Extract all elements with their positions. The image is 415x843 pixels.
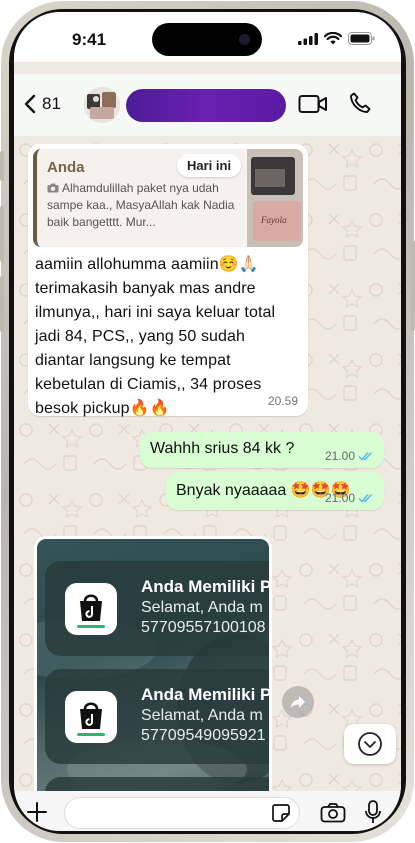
quoted-reply[interactable]: Anda Hari ini Alhamdulillah paket nya ud… xyxy=(33,149,303,247)
chat-header: 81 xyxy=(14,74,401,136)
unread-count: 81 xyxy=(42,94,61,113)
incoming-message[interactable]: Anda Hari ini Alhamdulillah paket nya ud… xyxy=(28,144,308,417)
power-button xyxy=(411,241,415,331)
cellular-signal-icon xyxy=(298,32,318,45)
chevron-left-icon xyxy=(24,94,36,114)
date-badge: Hari ini xyxy=(177,154,242,177)
notification-line: Selamat, Anda m xyxy=(141,599,263,616)
screen: 9:41 81 Anda Hari ini Alhamdulillah pake… xyxy=(14,12,401,831)
contact-avatar[interactable] xyxy=(84,87,120,123)
notification-number: 57709557100108 xyxy=(141,619,266,636)
camera-icon[interactable] xyxy=(320,803,346,823)
read-ticks-icon xyxy=(358,451,373,461)
video-call-icon[interactable] xyxy=(298,93,328,115)
scroll-to-bottom-button[interactable] xyxy=(344,724,396,764)
forward-button[interactable] xyxy=(282,686,314,718)
quote-author: Anda xyxy=(47,159,85,176)
contact-name-redacted[interactable] xyxy=(126,89,286,122)
message-meta: 21.00 xyxy=(325,449,374,463)
volume-down-button xyxy=(0,276,4,332)
volume-up-button xyxy=(0,206,4,262)
plus-icon[interactable] xyxy=(26,801,48,823)
wifi-icon xyxy=(324,32,342,45)
camera-icon xyxy=(47,183,59,193)
message-meta: 21.00 xyxy=(325,491,374,505)
chevron-down-circle-icon xyxy=(358,732,382,756)
sticker-icon[interactable] xyxy=(271,803,291,823)
status-bar: 9:41 xyxy=(14,12,401,62)
quote-text: Alhamdulillah paket nya udah sampe kaa.,… xyxy=(47,180,242,231)
dynamic-island xyxy=(152,23,262,56)
notification-card: Anda Memiliki P Selamat, Anda m 57709557… xyxy=(45,561,269,656)
read-ticks-icon xyxy=(358,493,373,503)
message-input[interactable] xyxy=(64,797,300,829)
back-button[interactable]: 81 xyxy=(24,94,61,114)
message-time: 21.00 xyxy=(324,449,355,463)
composer-bar xyxy=(14,791,401,831)
notification-number: 57709549095921 xyxy=(141,727,266,744)
notification-card: Anda Memiliki P Selamat, Anda m 57709549… xyxy=(45,669,269,764)
voice-call-icon[interactable] xyxy=(348,91,372,115)
quote-snippet: Alhamdulillah paket nya udah sampe kaa.,… xyxy=(47,181,235,229)
notification-line: Selamat, Anda m xyxy=(141,707,263,724)
message-text: Wahhh srius 84 kk ? xyxy=(150,440,295,457)
message-time: 21.00 xyxy=(324,491,355,505)
image-message[interactable]: Anda Memiliki P Selamat, Anda m 57709557… xyxy=(34,536,272,791)
message-time: 20.59 xyxy=(267,394,298,408)
tiktok-shop-app-icon xyxy=(65,583,117,635)
mute-switch xyxy=(0,151,4,181)
status-time: 9:41 xyxy=(72,30,107,49)
outgoing-message[interactable]: Bnyak nyaaaaa 🤩🤩🤩 21.00 xyxy=(166,472,384,510)
notification-card xyxy=(45,777,269,791)
tiktok-shop-app-icon xyxy=(65,691,117,743)
microphone-icon[interactable] xyxy=(364,800,382,826)
thumb-brand-text: Fayola xyxy=(260,215,287,225)
battery-icon xyxy=(348,32,375,45)
screenshot-image: Anda Memiliki P Selamat, Anda m 57709557… xyxy=(37,539,269,791)
forward-arrow-icon xyxy=(291,696,305,708)
outgoing-message[interactable]: Wahhh srius 84 kk ? 21.00 xyxy=(140,432,384,468)
quote-thumbnail: Fayola xyxy=(247,149,303,247)
message-text: aamiin allohumma aamiin☺️🙏🏻 terimakasih … xyxy=(35,256,276,417)
notification-title: Anda Memiliki P xyxy=(141,577,269,596)
chat-area[interactable]: Anda Hari ini Alhamdulillah paket nya ud… xyxy=(14,136,401,791)
notification-title: Anda Memiliki P xyxy=(141,685,269,704)
status-icons xyxy=(298,32,375,45)
